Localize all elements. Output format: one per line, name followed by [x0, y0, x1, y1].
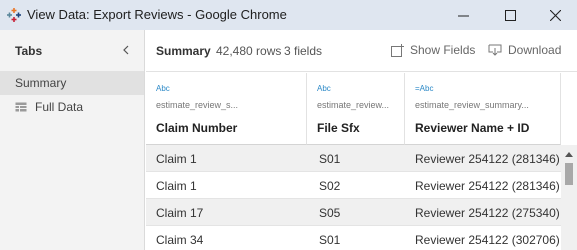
sidebar-title: Tabs [15, 44, 43, 58]
sidebar-header: Tabs [0, 30, 145, 70]
column-header-file-sfx[interactable]: Abc estimate_review... File Sfx [307, 73, 405, 145]
data-table: Abc estimate_review_s... Claim Number Ab… [146, 73, 577, 250]
minimize-icon [457, 15, 469, 16]
column-name: Claim Number [156, 121, 238, 135]
column-type-label: Abc [156, 84, 170, 93]
sidebar-item-label: Summary [15, 76, 67, 90]
table-cell: Reviewer 254122 (281346) [415, 152, 560, 166]
column-type-label: Abc [317, 84, 331, 93]
table-cell: Reviewer 254122 (275340) [415, 206, 560, 220]
maximize-button[interactable] [487, 0, 533, 30]
rows-count: 42,480 rows [216, 44, 282, 58]
maximize-icon [504, 9, 516, 21]
close-button[interactable] [532, 0, 577, 30]
show-fields-button[interactable]: Show Fields [391, 43, 475, 57]
column-header-claim-number[interactable]: Abc estimate_review_s... Claim Number [146, 73, 307, 145]
scroll-up-arrow-icon [565, 151, 573, 157]
main-header: Summary 42,480 rows 3 fields Show Fields… [146, 30, 577, 72]
table-cell: S02 [319, 179, 341, 193]
vertical-scrollbar[interactable] [561, 145, 577, 250]
download-button[interactable]: Download [488, 43, 561, 57]
chevron-left-icon [123, 45, 129, 55]
table-cell: Claim 1 [156, 152, 197, 166]
column-source-label: estimate_review_s... [156, 100, 239, 110]
tableau-logo-icon [7, 8, 21, 22]
close-icon [549, 9, 561, 21]
table-row: Claim 1 S01 Reviewer 254122 (281346) [146, 145, 561, 172]
sidebar-item-full-data[interactable]: Full Data [0, 95, 144, 119]
table-cell: Reviewer 254122 (281346) [415, 179, 560, 193]
show-fields-label: Show Fields [410, 43, 476, 57]
show-fields-icon [391, 43, 404, 57]
scrollbar-thumb[interactable] [565, 163, 573, 185]
table-cell: Claim 1 [156, 179, 197, 193]
table-row: Claim 34 S01 Reviewer 254122 (302706) [146, 226, 561, 250]
table-row: Claim 17 S05 Reviewer 254122 (275340) [146, 199, 561, 226]
page-title: Summary [156, 44, 211, 58]
fields-count: 3 fields [284, 44, 323, 58]
table-cell: S05 [319, 206, 341, 220]
column-name: Reviewer Name + ID [415, 121, 530, 135]
column-source-label: estimate_review... [317, 100, 390, 110]
column-type-label: =Abc [415, 84, 434, 93]
column-header-reviewer-name-id[interactable]: =Abc estimate_review_summary... Reviewer… [405, 73, 561, 145]
sidebar-item-label: Full Data [35, 100, 84, 114]
window-title: View Data: Export Reviews - Google Chrom… [27, 7, 287, 22]
scroll-up-button[interactable] [564, 149, 574, 159]
column-source-label: estimate_review_summary... [415, 100, 529, 110]
download-label: Download [508, 43, 562, 57]
table-cell: Claim 34 [156, 233, 204, 247]
minimize-button[interactable] [440, 0, 486, 30]
sidebar: Tabs Summary Full Data [0, 30, 145, 250]
table-cell: S01 [319, 233, 341, 247]
table-cell: Reviewer 254122 (302706) [415, 233, 560, 247]
table-icon [15, 102, 27, 112]
column-name: File Sfx [317, 121, 360, 135]
title-bar: View Data: Export Reviews - Google Chrom… [0, 0, 577, 30]
download-icon [488, 44, 502, 56]
table-cell: S01 [319, 152, 341, 166]
table-cell: Claim 17 [156, 206, 204, 220]
table-row: Claim 1 S02 Reviewer 254122 (281346) [146, 172, 561, 199]
collapse-sidebar-button[interactable] [118, 42, 134, 58]
sidebar-item-summary[interactable]: Summary [0, 71, 144, 95]
